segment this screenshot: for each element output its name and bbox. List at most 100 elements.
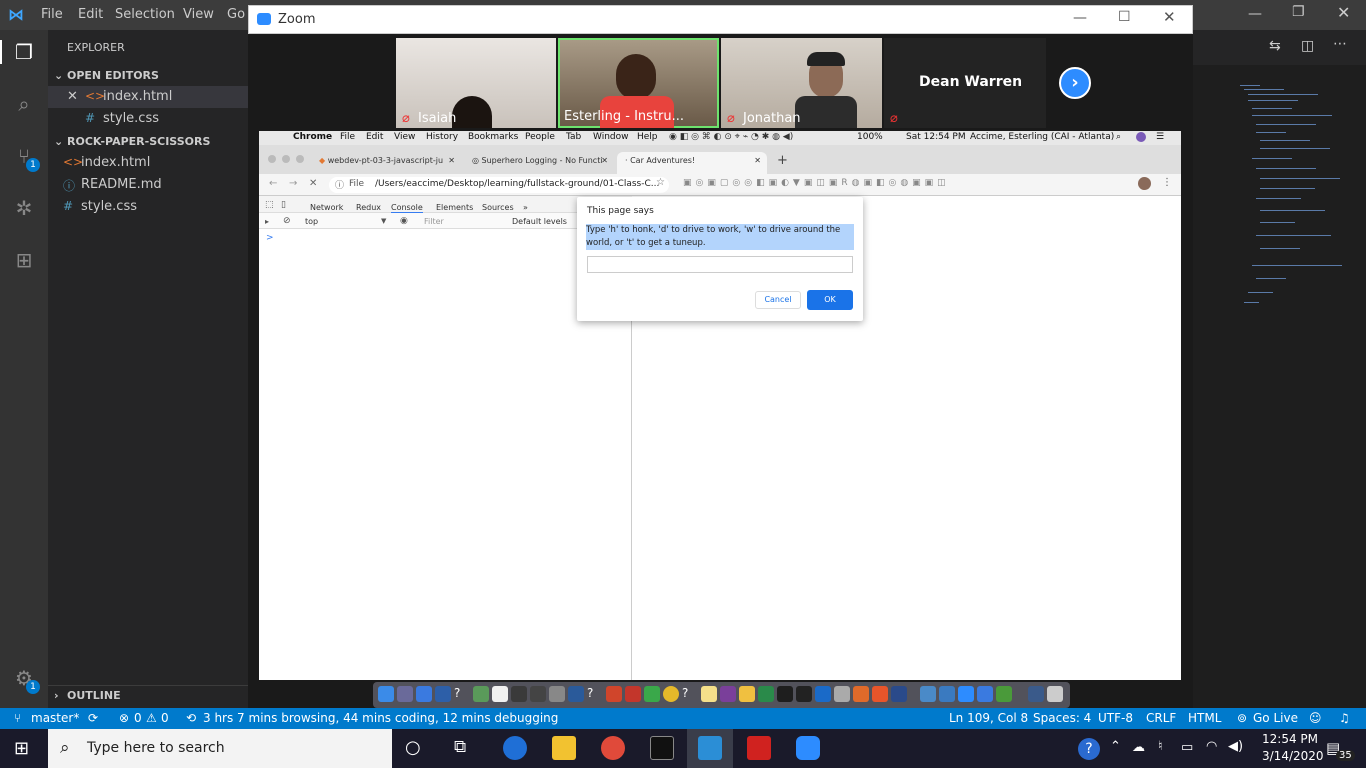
video-tile-isaiah[interactable]: ⌀ Isaiah bbox=[396, 38, 556, 128]
project-folder-header[interactable]: ROCK-PAPER-SCISSORS bbox=[67, 135, 210, 148]
menu-file[interactable]: File bbox=[41, 7, 63, 22]
calendar-icon[interactable] bbox=[492, 686, 508, 702]
notification-center-icon[interactable]: ☰ bbox=[1156, 132, 1164, 142]
compare-icon[interactable]: ⇆ bbox=[1269, 38, 1281, 54]
close-icon[interactable]: ✕ bbox=[67, 89, 78, 104]
windows-start-icon[interactable]: ⊞ bbox=[14, 738, 29, 759]
app-icon[interactable] bbox=[511, 686, 527, 702]
video-tile-jonathan[interactable]: ⌀ Jonathan bbox=[721, 38, 882, 128]
console-prompt[interactable]: > bbox=[266, 233, 274, 243]
sync-icon[interactable]: ⟳ bbox=[88, 711, 98, 725]
file-item-readme[interactable]: ⓘ README.md bbox=[48, 174, 248, 196]
menu-edit[interactable]: Edit bbox=[78, 7, 103, 22]
time-tracking[interactable]: 3 hrs 7 mins browsing, 44 mins coding, 1… bbox=[203, 711, 558, 725]
zoom-icon[interactable] bbox=[796, 736, 820, 760]
app-icon[interactable] bbox=[473, 686, 489, 702]
mac-menu-file[interactable]: File bbox=[340, 132, 355, 142]
photos-icon[interactable] bbox=[853, 686, 869, 702]
app-icon[interactable] bbox=[739, 686, 755, 702]
close-icon[interactable]: ✕ bbox=[1163, 8, 1176, 26]
spotlight-icon[interactable]: ⌕ bbox=[1116, 132, 1121, 142]
browser-tab[interactable]: ◎ Superhero Logging - No Functi ✕ bbox=[464, 152, 614, 174]
more-actions-icon[interactable]: ⋯ bbox=[1333, 36, 1347, 52]
terminal-icon[interactable] bbox=[777, 686, 793, 702]
ok-button[interactable]: OK bbox=[807, 290, 853, 310]
extension-icons[interactable]: ▣◎▣▢◎◎◧▣◐▼▣◫▣R◍▣◧◎◍▣▣◫ bbox=[683, 178, 950, 188]
app-icon[interactable] bbox=[644, 686, 660, 702]
cortana-icon[interactable]: ○ bbox=[405, 737, 421, 758]
help-icon[interactable]: ? bbox=[587, 686, 603, 702]
outlook-icon[interactable] bbox=[815, 686, 831, 702]
chevron-right-icon[interactable]: › bbox=[54, 689, 59, 702]
app-icon[interactable] bbox=[530, 686, 546, 702]
cancel-button[interactable]: Cancel bbox=[755, 291, 801, 309]
terminal-icon[interactable] bbox=[650, 736, 674, 760]
microphone-icon[interactable]: ♮ bbox=[1158, 739, 1163, 754]
minimize-icon[interactable]: — bbox=[1073, 10, 1087, 26]
battery-icon[interactable]: ▭ bbox=[1181, 740, 1193, 755]
debug-icon[interactable]: ✲ bbox=[12, 196, 36, 220]
wifi-icon[interactable]: ◠ bbox=[1206, 739, 1217, 754]
taskbar-date[interactable]: 3/14/2020 bbox=[1262, 749, 1324, 763]
branch-icon[interactable]: ⑂ bbox=[14, 711, 21, 725]
chevron-up-icon[interactable]: ⌃ bbox=[1110, 739, 1121, 754]
next-page-icon[interactable]: › bbox=[1059, 67, 1091, 99]
minimize-icon[interactable]: — bbox=[1248, 6, 1262, 22]
vscode-icon[interactable] bbox=[977, 686, 993, 702]
zoom-icon[interactable] bbox=[958, 686, 974, 702]
minimap[interactable] bbox=[1230, 80, 1350, 310]
taskbar-time[interactable]: 12:54 PM bbox=[1262, 732, 1318, 746]
bell-icon[interactable]: ♫ bbox=[1339, 711, 1350, 725]
chevron-down-icon[interactable]: ⌄ bbox=[54, 69, 63, 82]
mac-menu-chrome[interactable]: Chrome bbox=[293, 132, 332, 142]
volume-icon[interactable]: ◀) bbox=[1228, 739, 1243, 754]
app-icon[interactable] bbox=[920, 686, 936, 702]
notes-icon[interactable] bbox=[701, 686, 717, 702]
profile-avatar[interactable] bbox=[1138, 177, 1151, 190]
indentation[interactable]: Spaces: 4 bbox=[1033, 711, 1091, 725]
back-icon[interactable]: ← bbox=[269, 178, 277, 189]
help-icon[interactable]: ? bbox=[1078, 738, 1100, 760]
app-icon[interactable] bbox=[834, 686, 850, 702]
edge-icon[interactable] bbox=[503, 736, 527, 760]
chrome-icon[interactable] bbox=[663, 686, 679, 702]
feedback-icon[interactable]: ☺ bbox=[1309, 711, 1322, 725]
forward-icon[interactable]: → bbox=[289, 178, 297, 189]
vscode-icon[interactable] bbox=[698, 736, 722, 760]
open-editors-header[interactable]: OPEN EDITORS bbox=[67, 69, 159, 82]
restore-icon[interactable]: ❐ bbox=[1292, 4, 1305, 20]
end-of-line[interactable]: CRLF bbox=[1146, 711, 1176, 725]
error-icon[interactable]: ⊗ bbox=[119, 711, 129, 725]
stop-icon[interactable]: ✕ bbox=[309, 178, 317, 189]
app-icon[interactable] bbox=[939, 686, 955, 702]
eye-icon[interactable]: ◉ bbox=[400, 216, 408, 226]
onedrive-icon[interactable]: ☁ bbox=[1132, 740, 1145, 755]
tab-close-icon[interactable]: ✕ bbox=[601, 156, 608, 165]
browser-tab[interactable]: ◆ webdev-pt-03-3-javascript-ju ✕ bbox=[311, 152, 461, 174]
language-mode[interactable]: HTML bbox=[1188, 711, 1221, 725]
trash-icon[interactable] bbox=[1047, 686, 1063, 702]
mac-menu-tab[interactable]: Tab bbox=[566, 132, 581, 142]
sidebar-toggle-icon[interactable]: ▸ bbox=[265, 217, 269, 226]
warning-count[interactable]: 0 bbox=[161, 711, 169, 725]
tab-close-icon[interactable]: ✕ bbox=[754, 156, 761, 165]
devtools-more-tabs[interactable]: » bbox=[523, 203, 528, 212]
mac-menu-bookmarks[interactable]: Bookmarks bbox=[468, 132, 518, 142]
mac-menu-help[interactable]: Help bbox=[637, 132, 658, 142]
device-icon[interactable]: ▯ bbox=[281, 200, 286, 210]
clear-console-icon[interactable]: ⊘ bbox=[283, 216, 291, 226]
app-icon[interactable] bbox=[996, 686, 1012, 702]
address-bar[interactable]: ⓘ File /Users/eaccime/Desktop/learning/f… bbox=[329, 177, 669, 193]
error-count[interactable]: 0 bbox=[134, 711, 142, 725]
bookmark-star-icon[interactable]: ☆ bbox=[656, 177, 665, 188]
devtools-tab-redux[interactable]: Redux bbox=[356, 203, 381, 212]
prompt-input[interactable] bbox=[587, 256, 853, 273]
mac-menu-view[interactable]: View bbox=[394, 132, 415, 142]
acrobat-icon[interactable] bbox=[747, 736, 771, 760]
task-view-icon[interactable]: ⧉ bbox=[454, 737, 466, 757]
app-icon[interactable] bbox=[872, 686, 888, 702]
mac-menu-history[interactable]: History bbox=[426, 132, 458, 142]
siri-icon[interactable] bbox=[1136, 132, 1146, 142]
mac-menu-edit[interactable]: Edit bbox=[366, 132, 383, 142]
devtools-tab-console[interactable]: Console bbox=[391, 203, 423, 213]
